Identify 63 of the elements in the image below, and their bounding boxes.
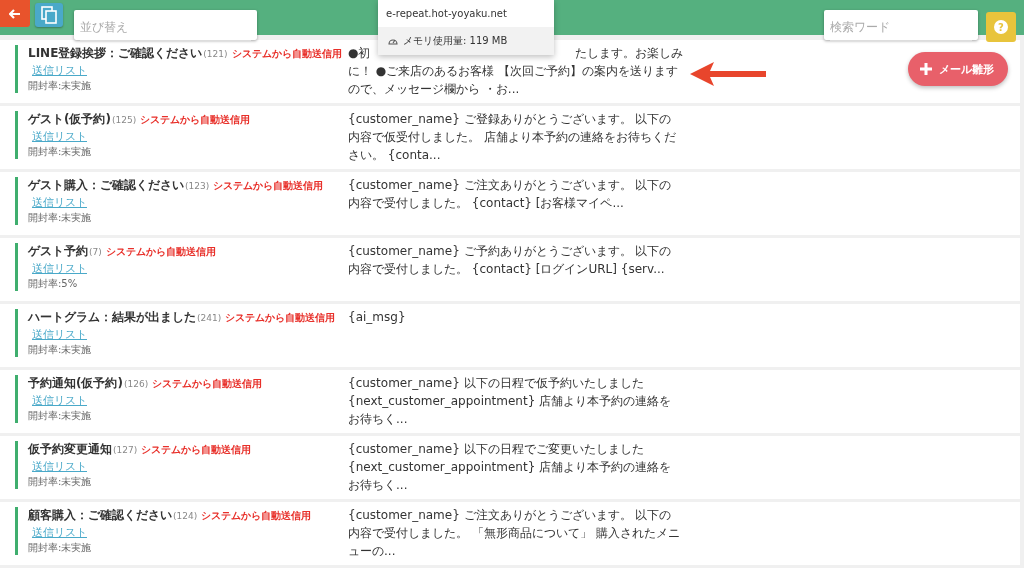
- auto-send-label: システムから自動送信用: [152, 377, 263, 391]
- template-title: ゲスト(仮予約): [28, 111, 111, 128]
- open-rate: 開封率:未実施: [28, 475, 92, 489]
- add-template-button[interactable]: メール雛形: [908, 52, 1008, 86]
- send-list-link[interactable]: 送信リスト: [32, 63, 87, 78]
- open-rate: 開封率:未実施: [28, 343, 92, 357]
- send-list-link[interactable]: 送信リスト: [32, 261, 87, 276]
- message-preview: {customer_name} ご注文ありがとうございます。 以下の内容で受付しました。 「無形商品について」 購入されたメニューの...: [348, 508, 680, 558]
- sort-field[interactable]: 並び替え: [74, 10, 257, 40]
- template-title: ゲスト購入：ご確認ください: [28, 177, 184, 194]
- send-list-link[interactable]: 送信リスト: [32, 195, 87, 210]
- open-rate: 開封率:未実施: [28, 409, 92, 423]
- template-count: (125): [111, 115, 137, 125]
- template-count: (121): [203, 49, 228, 59]
- template-count: (126): [123, 379, 149, 389]
- open-rate: 開封率:未実施: [28, 541, 92, 555]
- template-title: 予約通知(仮予約): [28, 375, 123, 392]
- open-rate: 開封率:5%: [28, 277, 78, 291]
- search-field[interactable]: 検索ワード: [824, 10, 978, 40]
- template-count: (123): [185, 181, 210, 191]
- send-list-link[interactable]: 送信リスト: [32, 459, 87, 474]
- template-title: ゲスト予約: [28, 243, 88, 260]
- template-title: LINE登録挨拶：ご確認ください: [28, 45, 203, 62]
- template-count: (127): [113, 445, 138, 455]
- template-count: (7): [89, 247, 102, 257]
- auto-send-label: システムから自動送信用: [141, 443, 252, 457]
- template-count: (124): [173, 511, 198, 521]
- open-rate: 開封率:未実施: [28, 145, 92, 159]
- message-preview: {customer_name} ご登録ありがとうございます。 以下の内容で仮受付しました。 店舗より本予約の連絡をお待ちください。 {conta...: [348, 112, 676, 162]
- pointer-arrow-icon: [690, 61, 766, 87]
- template-count: (241): [197, 313, 222, 323]
- gauge-icon: [388, 37, 398, 45]
- open-rate: 開封率:未実施: [28, 211, 92, 225]
- send-list-link[interactable]: 送信リスト: [32, 327, 87, 342]
- message-preview: ●初: [348, 45, 371, 62]
- copy-button[interactable]: [35, 3, 63, 27]
- memory-usage: メモリ使用量: 119 MB: [403, 34, 508, 48]
- template-title: ハートグラム：結果が出ました: [28, 309, 196, 326]
- plus-icon: [920, 63, 932, 75]
- send-list-link[interactable]: 送信リスト: [32, 393, 87, 408]
- open-rate: 開封率:未実施: [28, 79, 92, 93]
- auto-send-label: システムから自動送信用: [140, 113, 251, 127]
- copy-icon: [41, 6, 57, 24]
- site-url: e-repeat.hot-yoyaku.net: [386, 8, 507, 19]
- send-list-link[interactable]: 送信リスト: [32, 129, 87, 144]
- back-arrow-icon: [9, 8, 21, 19]
- template-title: 顧客購入：ご確認ください: [28, 507, 172, 524]
- help-button[interactable]: ?: [986, 12, 1016, 42]
- message-preview: {customer_name} 以下の日程でご変更いたしました {next_customer_appointment} 店舗より本予約の連絡をお待ちく...: [348, 442, 672, 492]
- message-preview: {ai_msg}: [348, 310, 406, 324]
- auto-send-label: システムから自動送信用: [225, 311, 336, 325]
- send-list-link[interactable]: 送信リスト: [32, 525, 87, 540]
- auto-send-label: システムから自動送信用: [201, 509, 312, 523]
- auto-send-label: システムから自動送信用: [213, 179, 324, 193]
- template-title: 仮予約変更通知: [28, 441, 112, 458]
- back-button[interactable]: [0, 0, 30, 27]
- message-preview: {customer_name} 以下の日程で仮予約いたしました {next_customer_appointment} 店舗より本予約の連絡をお待ちく...: [348, 376, 672, 426]
- message-preview: {customer_name} ご注文ありがとうございます。 以下の内容で受付しました。 {contact} [お客様マイペ...: [348, 178, 672, 210]
- message-preview: {customer_name} ご予約ありがとうございます。 以下の内容で受付しました。 {contact} [ログインURL] {serv...: [348, 244, 672, 276]
- auto-send-label: システムから自動送信用: [105, 245, 216, 259]
- message-preview: に！ ●ご来店のあるお客様 【次回ご予約】の案内を送りますので、メッセージ欄から ・お...: [348, 63, 680, 98]
- auto-send-label: システムから自動送信用: [231, 47, 342, 61]
- message-preview: たします。お楽しみ: [575, 45, 683, 62]
